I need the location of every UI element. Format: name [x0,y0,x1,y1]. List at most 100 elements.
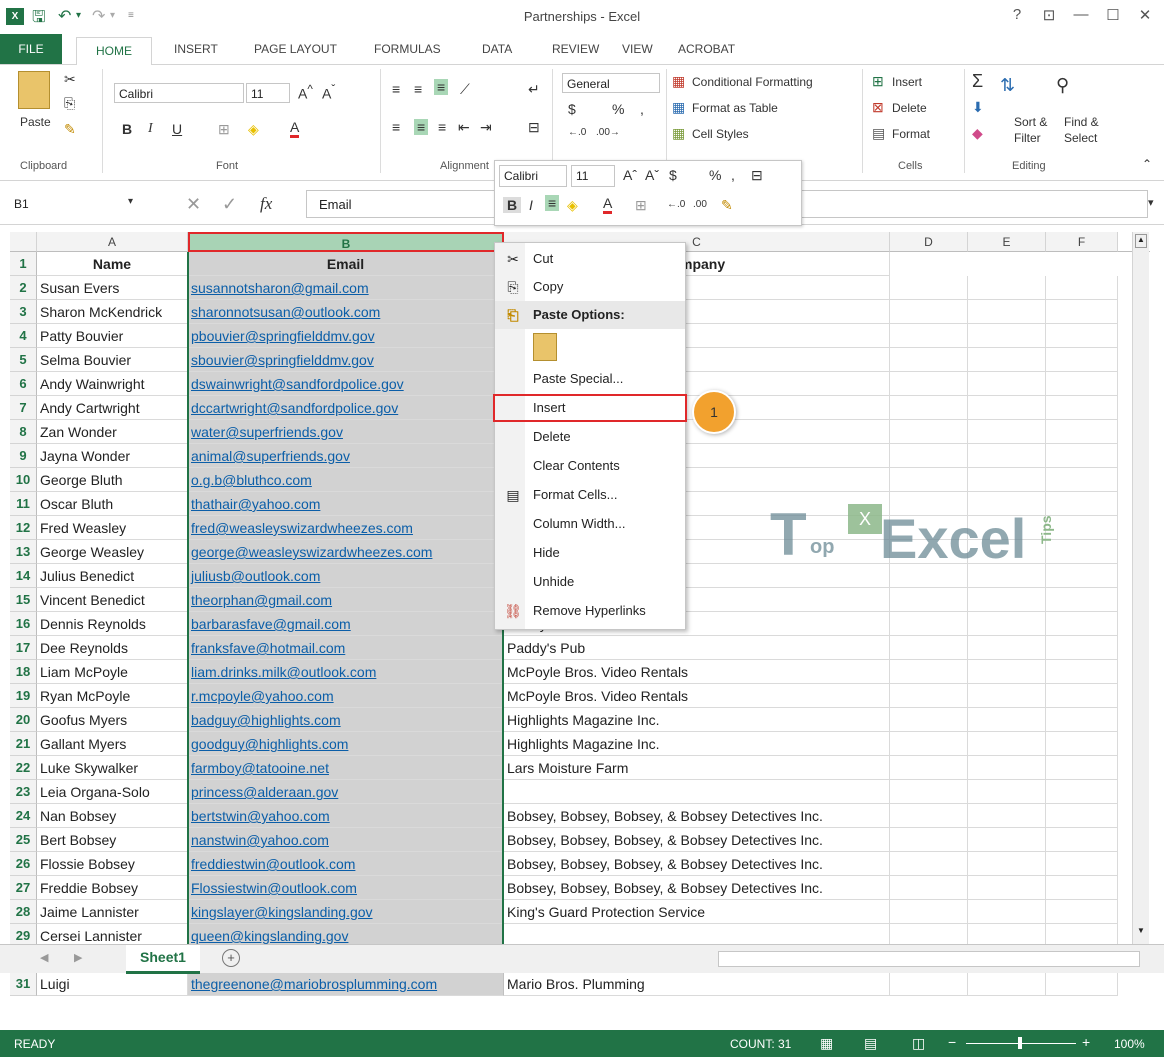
insert-cells-icon[interactable]: ⊞ [872,73,884,90]
cell-empty[interactable] [1046,348,1118,372]
row-header[interactable]: 6 [10,372,37,396]
cell-empty[interactable] [968,468,1046,492]
menu-item-format-cells[interactable]: ▤ Format Cells... [495,481,685,509]
cell-empty[interactable] [890,780,968,804]
tab-formulas[interactable]: FORMULAS [374,42,441,56]
cell-empty[interactable] [1046,372,1118,396]
cell-empty[interactable] [890,444,968,468]
normal-view-icon[interactable]: ▦ [820,1035,833,1052]
find-select-button-line1[interactable]: Find & [1064,115,1099,129]
cell-empty[interactable] [890,660,968,684]
row-header[interactable]: 13 [10,540,37,564]
binoculars-icon[interactable]: ⚲ [1056,75,1069,96]
format-cells-button[interactable]: Format [892,127,930,141]
cell-name[interactable]: Dee Reynolds [37,636,188,660]
align-middle-icon[interactable]: ≡ [414,81,422,97]
cell-email-link[interactable]: sbouvier@springfielddmv.gov [188,348,504,372]
cell-empty[interactable] [890,708,968,732]
row-header[interactable]: 31 [10,972,37,996]
cell-empty[interactable] [1046,804,1118,828]
cell-empty[interactable] [968,276,1046,300]
cell-company[interactable]: King's Guard Protection Service [504,900,890,924]
borders-icon[interactable]: ⊞ [218,121,230,138]
fill-color-icon[interactable]: ◈ [248,121,259,138]
row-header[interactable]: 21 [10,732,37,756]
column-header-e[interactable]: E [968,232,1046,252]
row-header[interactable]: 7 [10,396,37,420]
cell-empty[interactable] [968,684,1046,708]
cancel-entry-icon[interactable]: ✕ [186,194,201,215]
mini-size-select[interactable]: 11 [571,165,615,187]
cell-company[interactable]: Mario Bros. Plumming [504,972,890,996]
cell-empty[interactable] [890,372,968,396]
row-header[interactable]: 23 [10,780,37,804]
cell-empty[interactable] [1046,276,1118,300]
cell-name[interactable]: Ryan McPoyle [37,684,188,708]
fill-icon[interactable]: ⬇ [972,99,984,116]
cell-empty[interactable] [968,780,1046,804]
orientation-icon[interactable]: ⟋ [460,81,470,98]
close-button[interactable]: ✕ [1130,6,1160,24]
cell-empty[interactable] [968,900,1046,924]
grow-font-icon[interactable]: A^ [298,83,313,102]
cell-empty[interactable] [1046,732,1118,756]
cell-email-link[interactable]: sharonnotsusan@outlook.com [188,300,504,324]
ribbon-display-button[interactable]: ⊡ [1034,6,1064,24]
cell-email-link[interactable]: freddiestwin@outlook.com [188,852,504,876]
cell-empty[interactable] [890,876,968,900]
row-header[interactable]: 15 [10,588,37,612]
cell-name[interactable]: Gallant Myers [37,732,188,756]
paste-button[interactable]: Paste [20,115,51,129]
cell-company[interactable]: McPoyle Bros. Video Rentals [504,660,890,684]
next-sheet-icon[interactable]: ▶ [74,951,82,964]
cell-name[interactable]: Jaime Lannister [37,900,188,924]
column-header-a[interactable]: A [37,232,188,252]
menu-item-cut[interactable]: ✂ Cut [495,245,685,273]
cell-name[interactable]: Freddie Bobsey [37,876,188,900]
format-as-table-button[interactable]: Format as Table [692,101,778,115]
cell-empty[interactable] [890,828,968,852]
cell-name[interactable]: George Weasley [37,540,188,564]
cell-empty[interactable] [890,804,968,828]
column-header-b[interactable]: B [188,232,504,252]
conditional-formatting-button[interactable]: Conditional Formatting [692,75,813,89]
cell-empty[interactable] [1046,420,1118,444]
cell-empty[interactable] [968,612,1046,636]
column-header-d[interactable]: D [890,232,968,252]
tab-view[interactable]: VIEW [622,42,653,56]
mini-format-painter-icon[interactable]: ✎ [721,197,733,214]
insert-function-icon[interactable]: fx [260,194,272,214]
conditional-formatting-icon[interactable]: ▦ [672,73,685,90]
row-header[interactable]: 10 [10,468,37,492]
format-painter-icon[interactable]: ✎ [64,121,76,138]
tab-review[interactable]: REVIEW [552,42,599,56]
cell-empty[interactable] [968,852,1046,876]
cell-empty[interactable] [890,588,968,612]
font-size-select[interactable]: 11 [246,83,290,103]
cell-empty[interactable] [890,420,968,444]
mini-center-icon[interactable]: ≡ [545,195,560,211]
cell-email-link[interactable]: o.g.b@bluthco.com [188,468,504,492]
scroll-down-icon[interactable]: ▼ [1135,926,1147,940]
menu-item-clear-contents[interactable]: Clear Contents [495,452,685,480]
cell-empty[interactable] [1046,708,1118,732]
format-table-icon[interactable]: ▦ [672,99,685,116]
cell-empty[interactable] [1046,396,1118,420]
cell-empty[interactable] [968,660,1046,684]
wrap-text-icon[interactable]: ↵ [528,81,540,98]
cell-empty[interactable] [890,612,968,636]
cell-name[interactable]: Flossie Bobsey [37,852,188,876]
bold-button[interactable]: B [122,121,132,137]
cell-email-link[interactable]: farmboy@tatooine.net [188,756,504,780]
find-select-button-line2[interactable]: Select [1064,131,1097,145]
cell-empty[interactable] [968,828,1046,852]
cell-email-link[interactable]: goodguy@highlights.com [188,732,504,756]
cell-empty[interactable] [968,804,1046,828]
cell-empty[interactable] [890,348,968,372]
cell-company[interactable]: Bobsey, Bobsey, Bobsey, & Bobsey Detecti… [504,876,890,900]
cell-empty[interactable] [968,708,1046,732]
cell-company[interactable]: Bobsey, Bobsey, Bobsey, & Bobsey Detecti… [504,804,890,828]
cell-empty[interactable] [1046,684,1118,708]
cell-name[interactable]: Goofus Myers [37,708,188,732]
mini-grow-font-icon[interactable]: Aˆ [623,167,637,183]
